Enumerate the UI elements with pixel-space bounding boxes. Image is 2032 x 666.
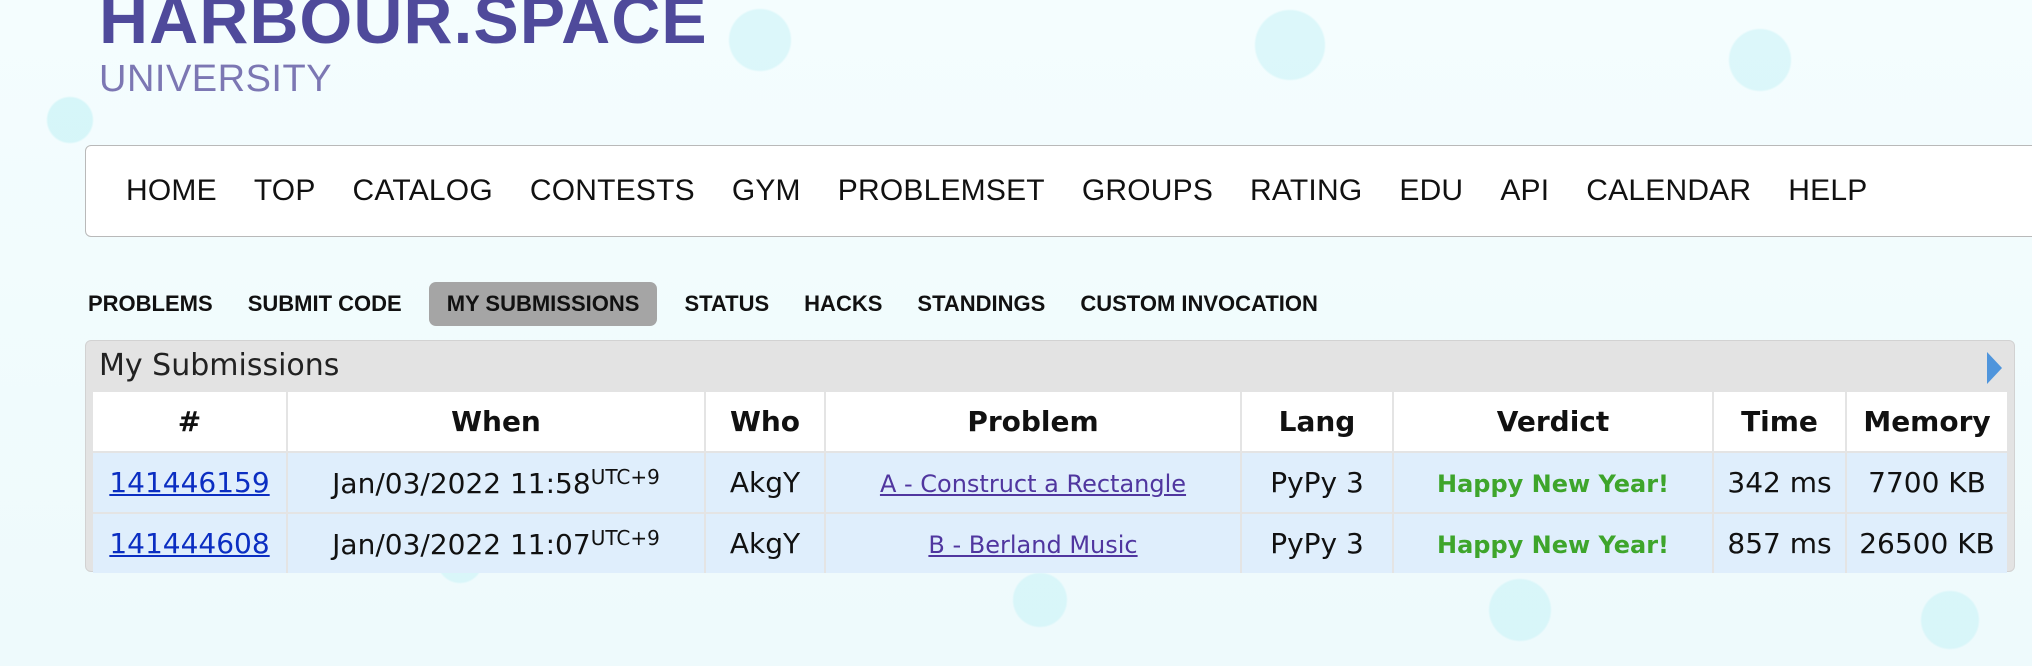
submission-id-link[interactable]: 141444608 xyxy=(109,527,269,560)
submission-problem-cell: A - Construct a Rectangle xyxy=(826,453,1242,514)
menu-item-home[interactable]: HOME xyxy=(126,174,217,208)
expand-arrow-icon[interactable] xyxy=(1987,352,2002,384)
submission-memory-cell: 26500 KB xyxy=(1847,514,2007,573)
tab-submit-code[interactable]: SUBMIT CODE xyxy=(240,282,410,326)
contest-menu: PROBLEMS SUBMIT CODE MY SUBMISSIONS STAT… xyxy=(80,282,1345,326)
table-row: 141444608 Jan/03/2022 11:07UTC+9 AkgY B … xyxy=(93,514,2007,573)
menu-item-contests[interactable]: CONTESTS xyxy=(530,174,695,208)
column-header-memory: Memory xyxy=(1847,392,2007,453)
tab-status[interactable]: STATUS xyxy=(676,282,777,326)
column-header-when: When xyxy=(288,392,706,453)
submission-memory-cell: 7700 KB xyxy=(1847,453,2007,514)
submission-who-cell: AkgY xyxy=(706,453,826,514)
menu-item-catalog[interactable]: CATALOG xyxy=(353,174,493,208)
tab-hacks[interactable]: HACKS xyxy=(796,282,890,326)
tab-my-submissions[interactable]: MY SUBMISSIONS xyxy=(428,282,658,326)
harbour-space-logo[interactable]: HARBOUR.SPACE UNIVERSITY xyxy=(99,0,708,98)
submission-problem-cell: B - Berland Music xyxy=(826,514,1242,573)
menu-item-api[interactable]: API xyxy=(1500,174,1549,208)
menu-item-calendar[interactable]: CALENDAR xyxy=(1586,174,1751,208)
menu-item-edu[interactable]: EDU xyxy=(1399,174,1463,208)
page: HARBOUR.SPACE UNIVERSITY HOME TOP CATALO… xyxy=(0,0,2032,666)
submission-id-link[interactable]: 141446159 xyxy=(109,466,269,499)
menu-item-help[interactable]: HELP xyxy=(1788,174,1867,208)
submission-id-cell: 141444608 xyxy=(93,514,288,573)
menu-item-problemset[interactable]: PROBLEMSET xyxy=(838,174,1045,208)
problem-link[interactable]: A - Construct a Rectangle xyxy=(880,470,1186,498)
column-header-lang: Lang xyxy=(1242,392,1394,453)
submissions-table: # When Who Problem Lang Verdict Time Mem… xyxy=(93,392,2007,573)
verdict-text: Happy New Year! xyxy=(1437,470,1669,498)
menu-item-top[interactable]: TOP xyxy=(254,174,316,208)
column-header-time: Time xyxy=(1714,392,1847,453)
main-menu: HOME TOP CATALOG CONTESTS GYM PROBLEMSET… xyxy=(85,145,2032,237)
submissions-box: My Submissions # When Who Problem Lang V… xyxy=(85,340,2015,573)
logo-sub-text: UNIVERSITY xyxy=(99,58,333,100)
submission-lang-cell: PyPy 3 xyxy=(1242,514,1394,573)
submission-time-text: Jan/03/2022 11:07 xyxy=(332,528,591,561)
table-header-row: # When Who Problem Lang Verdict Time Mem… xyxy=(93,392,2007,453)
menu-item-rating[interactable]: RATING xyxy=(1250,174,1362,208)
timezone-label: UTC+9 xyxy=(590,465,660,489)
problem-link[interactable]: B - Berland Music xyxy=(928,531,1137,559)
column-header-verdict: Verdict xyxy=(1394,392,1714,453)
submission-time-cell: 857 ms xyxy=(1714,514,1847,573)
submission-id-cell: 141446159 xyxy=(93,453,288,514)
submission-time-text: Jan/03/2022 11:58 xyxy=(332,467,591,500)
tab-standings[interactable]: STANDINGS xyxy=(909,282,1053,326)
timezone-label: UTC+9 xyxy=(590,526,660,550)
submission-verdict-cell: Happy New Year! xyxy=(1394,514,1714,573)
column-header-id: # xyxy=(93,392,288,453)
tab-problems[interactable]: PROBLEMS xyxy=(80,282,221,326)
submissions-title: My Submissions xyxy=(99,348,340,383)
logo-main-text: HARBOUR.SPACE xyxy=(99,0,708,58)
table-row: 141446159 Jan/03/2022 11:58UTC+9 AkgY A … xyxy=(93,453,2007,514)
column-header-who: Who xyxy=(706,392,826,453)
menu-item-groups[interactable]: GROUPS xyxy=(1082,174,1213,208)
submission-when-cell: Jan/03/2022 11:07UTC+9 xyxy=(288,514,706,573)
submission-time-cell: 342 ms xyxy=(1714,453,1847,514)
submission-when-cell: Jan/03/2022 11:58UTC+9 xyxy=(288,453,706,514)
submission-lang-cell: PyPy 3 xyxy=(1242,453,1394,514)
submission-who-cell: AkgY xyxy=(706,514,826,573)
tab-custom-invocation[interactable]: CUSTOM INVOCATION xyxy=(1072,282,1326,326)
submission-verdict-cell: Happy New Year! xyxy=(1394,453,1714,514)
menu-item-gym[interactable]: GYM xyxy=(732,174,801,208)
verdict-text: Happy New Year! xyxy=(1437,531,1669,559)
column-header-problem: Problem xyxy=(826,392,1242,453)
